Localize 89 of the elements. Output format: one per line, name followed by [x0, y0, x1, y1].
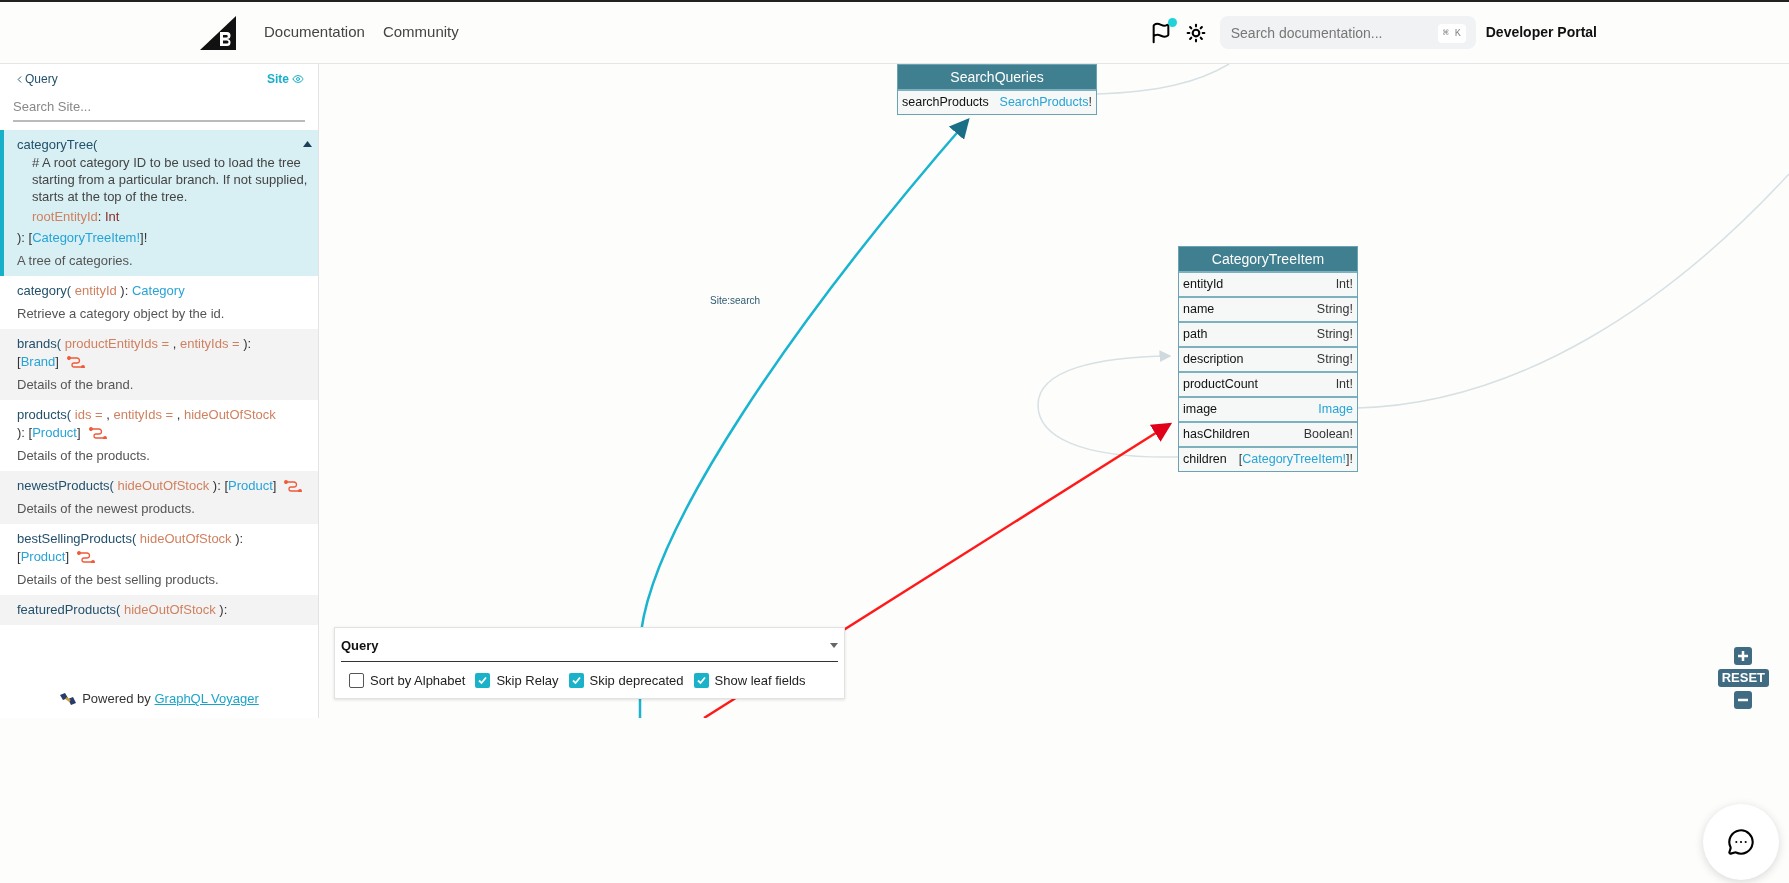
field-type: Int! [1335, 376, 1353, 394]
node-title: CategoryTreeItem [1179, 247, 1357, 271]
field-name: searchProducts [902, 94, 989, 112]
checkbox[interactable] [568, 672, 584, 688]
field-name: image [1183, 401, 1218, 419]
collapse-caret-icon[interactable] [303, 140, 312, 147]
field-description: Retrieve a category object by the id. [17, 304, 226, 323]
option-checkbox[interactable]: Show leaf fields [693, 670, 806, 690]
node-field-row[interactable]: description String! [1179, 346, 1357, 371]
field-name: name [1183, 301, 1215, 319]
dropdown-caret-icon[interactable] [830, 643, 838, 649]
node-field-row[interactable]: hasChildren Boolean! [1179, 421, 1357, 446]
search-field[interactable]: Search Site... [13, 94, 305, 122]
back-link[interactable]: Query [25, 70, 58, 88]
route-icon[interactable] [88, 426, 107, 439]
signature-line: newestProducts( hideOutOfStock ): [Product] [17, 476, 277, 495]
signature-line: [Brand] [17, 352, 59, 371]
node-field-row[interactable]: path String! [1179, 321, 1357, 346]
field-type: String! [1316, 351, 1353, 369]
theme-toggle-icon[interactable] [1185, 22, 1206, 43]
nav-link[interactable]: Community [382, 21, 459, 44]
field-description: Details of the products. [17, 446, 151, 465]
checkmark-icon [695, 674, 707, 686]
option-checkbox[interactable]: Skip Relay [475, 670, 559, 690]
nav-link[interactable]: Documentation [264, 21, 365, 44]
checkmark-icon [477, 674, 489, 686]
node-field-row[interactable]: name String! [1179, 296, 1357, 321]
signature-line: featuredProducts( hideOutOfStock ): [17, 600, 228, 619]
field-type: SearchProducts! [999, 94, 1092, 112]
shortcut-key: ⌘ K [1437, 24, 1466, 43]
field-signature: categoryTree( [17, 136, 98, 152]
field-name: productCount [1183, 376, 1259, 394]
field-type: Boolean! [1303, 426, 1353, 444]
checkbox[interactable] [475, 672, 491, 688]
edge-label: Site:search [710, 294, 761, 308]
route-icon[interactable] [284, 479, 303, 492]
field-name: path [1183, 326, 1208, 344]
logo-icon[interactable] [200, 15, 236, 50]
sidebar-item[interactable]: featuredProducts( hideOutOfStock ): [0, 594, 318, 625]
option-checkbox[interactable]: Skip deprecated [568, 670, 684, 690]
sidebar-item[interactable] [0, 129, 318, 276]
chat-icon [1727, 828, 1755, 856]
route-icon[interactable] [77, 550, 96, 563]
return-type: ): [CategoryTreeItem!]! [17, 229, 148, 245]
sidebar-item[interactable]: brands( productEntityIds = , entityIds = ): [Brand] Details of the brand. [0, 328, 318, 400]
signature-line: ): [Product] [17, 423, 81, 442]
field-description: Details of the newest products. [17, 499, 196, 518]
signature-line: brands( productEntityIds = , entityIds = ): [17, 334, 252, 353]
route-icon[interactable] [66, 355, 85, 368]
checkmark-icon [570, 674, 582, 686]
field-type: String! [1316, 326, 1353, 344]
argument-comment: # A root category ID to be used to load the tree starting from a particular branch. If not supplied, starts at the top of the tree. [31, 153, 309, 205]
type-node[interactable]: CategoryTreeItem entityId Int! name String! path String! description String! productCount Int! image Image hasChildren Boolean! children [CategoryTreeItem!]! [1178, 246, 1358, 472]
option-checkbox[interactable]: Sort by Alphabet [349, 670, 466, 690]
field-description: Details of the brand. [17, 375, 135, 394]
field-name: entityId [1183, 276, 1224, 294]
node-field-row[interactable]: image Image [1179, 396, 1357, 421]
zoom-in-icon[interactable] [1734, 647, 1753, 665]
field-name: description [1183, 351, 1244, 369]
zoom-out-icon[interactable] [1734, 691, 1753, 709]
field-type: Int! [1335, 276, 1353, 294]
chat-button[interactable] [1703, 804, 1779, 880]
node-title: SearchQueries [898, 65, 1096, 89]
field-description: Details of the best selling products. [17, 570, 220, 589]
argument-line: rootEntityId: Int [32, 208, 120, 224]
signature-line: bestSellingProducts( hideOutOfStock ): [17, 529, 244, 548]
field-name: children [1183, 451, 1227, 469]
footer-text: Powered by GraphQL Voyager [82, 690, 259, 709]
signature-line: category( entityId ): Category [17, 281, 185, 300]
node-field-row[interactable]: entityId Int! [1179, 271, 1357, 296]
signature-line: products( ids = , entityIds = , hideOutOfStock [17, 405, 276, 424]
node-field-row[interactable]: productCount Int! [1179, 371, 1357, 396]
type-node[interactable]: SearchQueries searchProducts SearchProducts! [897, 64, 1097, 115]
field-type: String! [1316, 301, 1353, 319]
sidebar-item[interactable]: newestProducts( hideOutOfStock ): [Product] Details of the newest products. [0, 470, 318, 524]
signature-line: [Product] [17, 547, 70, 566]
portal-title: Developer Portal [1485, 23, 1597, 42]
field-description: A tree of categories. [17, 251, 134, 270]
checkbox[interactable] [349, 672, 364, 688]
eye-icon[interactable] [292, 73, 304, 85]
node-field-row[interactable]: searchProducts SearchProducts! [898, 89, 1096, 114]
node-field-row[interactable]: children [CategoryTreeItem!]! [1179, 446, 1357, 471]
reset-button[interactable]: RESET [1717, 669, 1769, 687]
checkbox[interactable] [693, 672, 709, 688]
schema-select[interactable]: Query [341, 636, 838, 662]
satellite-icon [59, 692, 78, 706]
field-type: [CategoryTreeItem!]! [1238, 451, 1353, 469]
field-name: hasChildren [1183, 426, 1250, 444]
field-type: Image [1318, 401, 1353, 419]
